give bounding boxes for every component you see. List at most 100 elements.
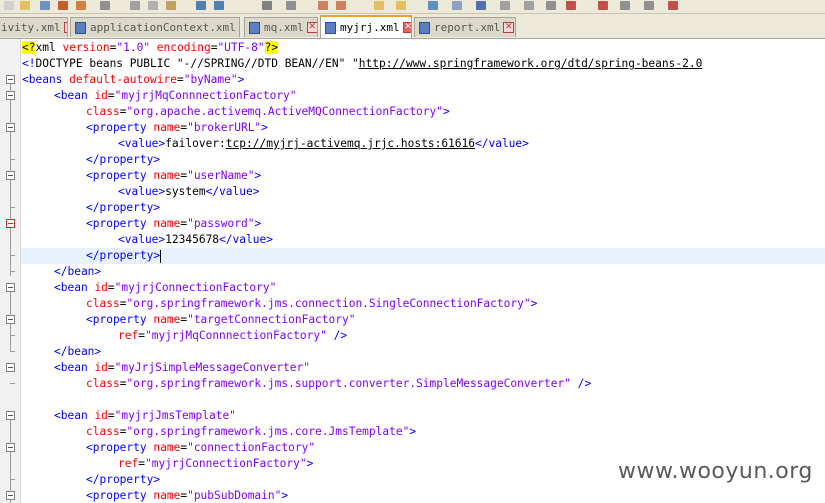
- attr-token: id: [94, 281, 108, 294]
- code-line: <?xml version="1.0" encoding="UTF-8"?>: [22, 41, 279, 54]
- fold-end-marker: [10, 159, 15, 160]
- attr-token: class: [86, 297, 120, 310]
- string-token: "org.springframework.jms.support.convert…: [126, 377, 571, 390]
- replace-icon[interactable]: [286, 1, 296, 10]
- fold-toggle-icon[interactable]: [6, 491, 15, 500]
- tab-mq-xml[interactable]: mq.xml ✕: [244, 17, 318, 37]
- attr-token: name: [153, 169, 181, 182]
- broker-url-link[interactable]: tcp://myjrj-activemq.jrjc.hosts:61616: [226, 137, 475, 150]
- tab-applicationcontext-xml[interactable]: applicationContext.xml ✕: [70, 17, 240, 37]
- code-line: </property>: [86, 472, 160, 488]
- tab-ivity-xml[interactable]: ivity.xml ✕: [0, 17, 68, 37]
- close-icon[interactable]: ✕: [306, 22, 317, 33]
- tag-token: </property>: [86, 153, 161, 166]
- redo-icon[interactable]: [214, 1, 224, 10]
- tag-token: </bean>: [54, 345, 102, 358]
- code-line: <property name="connectionFactory": [86, 441, 316, 454]
- code-line: <bean id="myjrjConnectionFactory": [54, 281, 277, 294]
- save-macro-icon[interactable]: [620, 1, 630, 10]
- text-token: 12345678: [165, 233, 220, 246]
- tab-report-xml[interactable]: report.xml ✕: [414, 17, 516, 37]
- wrap-icon[interactable]: [396, 1, 406, 10]
- undo-icon[interactable]: [196, 1, 206, 10]
- code-line: <bean id="myjrjJmsTemplate": [54, 409, 236, 422]
- find-icon[interactable]: [262, 1, 272, 10]
- play-multi-icon[interactable]: [598, 1, 608, 10]
- attr-token: id: [94, 89, 108, 102]
- tag-token: <property: [86, 169, 147, 182]
- tab-label: mq.xml: [264, 21, 304, 34]
- doctype-url-link[interactable]: http://www.springframework.org/dtd/sprin…: [359, 57, 703, 70]
- attr-token: name: [153, 441, 181, 454]
- string-token: "org.springframework.jms.core.JmsTemplat…: [126, 425, 410, 438]
- attr-token: ref: [118, 457, 139, 470]
- string-token: "brokerURL": [187, 121, 262, 134]
- tab-myjrj-xml[interactable]: myjrj.xml ✕: [320, 15, 412, 38]
- run-icon[interactable]: [644, 1, 654, 10]
- zoom-out-icon[interactable]: [336, 1, 346, 10]
- fold-toggle-icon[interactable]: [6, 91, 15, 100]
- record-icon[interactable]: [524, 1, 534, 10]
- code-line: <value>failover:tcp://myjrj-activemq.jrj…: [118, 136, 529, 152]
- attr-token: class: [86, 425, 120, 438]
- zoom-in-icon[interactable]: [318, 1, 328, 10]
- fold-end-marker: [10, 255, 15, 256]
- tag-token: <value>: [118, 185, 166, 198]
- save-icon[interactable]: [40, 1, 50, 10]
- cut-icon[interactable]: [130, 1, 140, 10]
- save-all-icon[interactable]: [58, 1, 68, 10]
- print-icon[interactable]: [100, 1, 110, 10]
- tag-token: </value>: [219, 233, 273, 246]
- close-icon[interactable]: ✕: [402, 22, 411, 33]
- fold-toggle-icon[interactable]: [6, 219, 15, 228]
- play-icon[interactable]: [566, 1, 576, 10]
- fold-toggle-icon[interactable]: [6, 283, 15, 292]
- code-line: <!DOCTYPE beans PUBLIC "-//SPRING//DTD B…: [22, 56, 702, 72]
- tag-token: <bean: [54, 409, 88, 422]
- tag-token: >: [530, 297, 538, 310]
- close-icon[interactable]: ✕: [238, 22, 239, 33]
- tag-token: <value>: [118, 233, 166, 246]
- copy-icon[interactable]: [148, 1, 158, 10]
- watermark-text: www.wooyun.org: [618, 459, 813, 484]
- text-token: system: [165, 185, 206, 198]
- tag-token: <property: [86, 313, 147, 326]
- string-token: "myjrjConnectionFactory": [114, 281, 277, 294]
- fold-toggle-icon[interactable]: [6, 315, 15, 324]
- new-file-icon[interactable]: [4, 1, 14, 10]
- stop-icon[interactable]: [546, 1, 556, 10]
- fold-toggle-icon[interactable]: [6, 75, 15, 84]
- text-token: failover:: [165, 137, 226, 150]
- fold-end-marker: [10, 383, 15, 384]
- close-icon[interactable]: ✕: [63, 22, 67, 33]
- indent-guide-icon[interactable]: [428, 1, 438, 10]
- lang-icon[interactable]: [476, 1, 486, 10]
- string-token: "targetConnectionFactory": [187, 313, 356, 326]
- tag-token: </value>: [475, 137, 529, 150]
- macro-icon[interactable]: [500, 1, 510, 10]
- file-icon: [325, 21, 336, 34]
- string-token: "myjrjMqConnnectionFactory": [144, 329, 327, 342]
- sync-icon[interactable]: [374, 1, 384, 10]
- code-editor[interactable]: <?xml version="1.0" encoding="UTF-8"?> <…: [0, 39, 825, 503]
- tag-token: </property>: [86, 473, 161, 486]
- show-all-icon[interactable]: [452, 1, 462, 10]
- string-token: "UTF-8": [217, 41, 265, 54]
- tag-token: </property>: [86, 249, 161, 262]
- string-token: "userName": [187, 169, 255, 182]
- tab-label: ivity.xml: [1, 21, 61, 34]
- code-line: class="org.springframework.jms.connectio…: [86, 297, 538, 310]
- close-icon[interactable]: ✕: [503, 22, 515, 33]
- attr-token: name: [153, 121, 181, 134]
- open-file-icon[interactable]: [20, 1, 30, 10]
- code-line: <property name="pubSubDomain">: [86, 489, 289, 502]
- fold-toggle-icon[interactable]: [6, 443, 15, 452]
- close-file-icon[interactable]: [76, 1, 86, 10]
- fold-toggle-icon[interactable]: [6, 123, 15, 132]
- paste-icon[interactable]: [166, 1, 176, 10]
- fold-toggle-icon[interactable]: [6, 363, 15, 372]
- string-token: "myjrjMqConnnectionFactory": [114, 89, 297, 102]
- plugin-icon[interactable]: [668, 1, 678, 10]
- fold-toggle-icon[interactable]: [6, 411, 15, 420]
- fold-toggle-icon[interactable]: [6, 171, 15, 180]
